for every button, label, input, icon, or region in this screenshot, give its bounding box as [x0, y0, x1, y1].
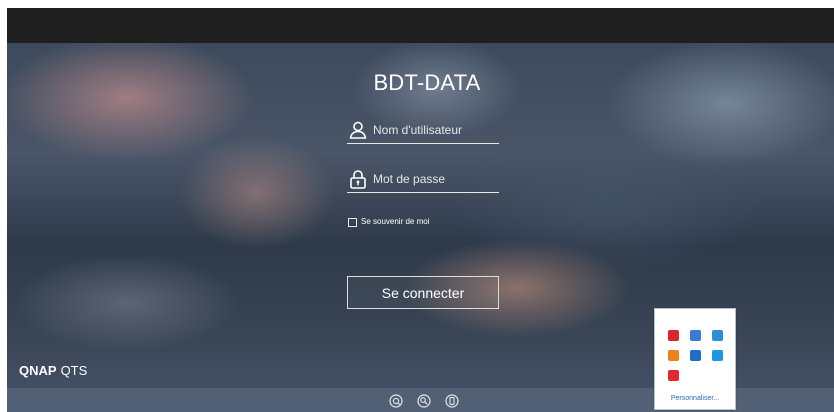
- red-app-tray-icon[interactable]: [668, 330, 679, 341]
- mobile-app-icon[interactable]: [445, 394, 459, 408]
- user-icon: [349, 121, 367, 139]
- brand-os: QTS: [60, 363, 88, 378]
- remember-me-checkbox[interactable]: [348, 218, 357, 227]
- monitor-tray-icon[interactable]: [712, 330, 723, 341]
- outlook-tray-icon[interactable]: [690, 350, 701, 361]
- password-input[interactable]: [373, 170, 497, 188]
- top-bar: [7, 8, 834, 43]
- lock-icon: [350, 170, 366, 189]
- username-input[interactable]: [373, 121, 497, 139]
- orange-app-tray-icon[interactable]: [668, 350, 679, 361]
- qfinder-icon[interactable]: [389, 394, 403, 408]
- remember-me-label[interactable]: Se souvenir de moi: [361, 217, 429, 226]
- network-tray-icon[interactable]: [690, 330, 701, 341]
- brand-name: QNAP: [19, 363, 57, 378]
- sync-tray-icon[interactable]: [712, 350, 723, 361]
- brand: QNAP QTS: [19, 363, 87, 378]
- search-tool-icon[interactable]: [417, 394, 431, 408]
- customize-link[interactable]: Personnaliser...: [655, 395, 735, 402]
- login-screen: BDT-DATA Se souvenir de moi Se connecter…: [7, 8, 834, 412]
- tray-overflow-panel: Personnaliser...: [654, 308, 736, 410]
- username-field: [347, 117, 499, 144]
- server-name-title: BDT-DATA: [373, 70, 481, 95]
- acrobat-tray-icon[interactable]: [668, 370, 679, 381]
- login-button[interactable]: Se connecter: [347, 276, 499, 309]
- password-field: [347, 166, 499, 193]
